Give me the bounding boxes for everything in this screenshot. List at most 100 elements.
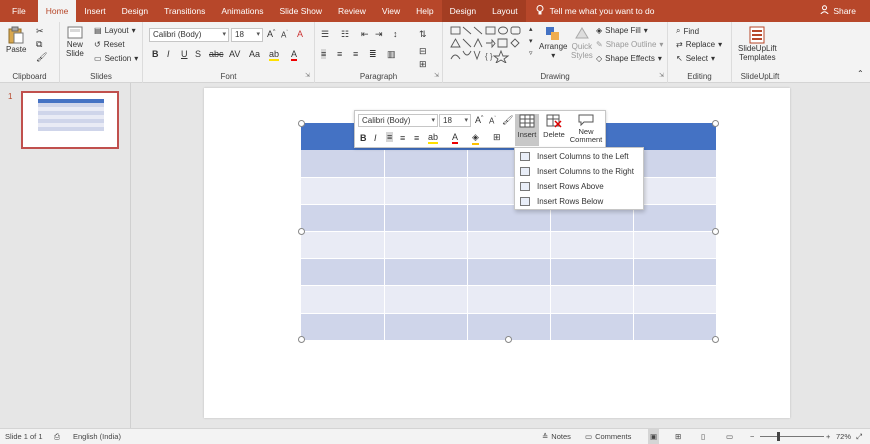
grow-font-icon[interactable]: A^	[475, 115, 483, 125]
slideshow-view-icon[interactable]: ▭	[726, 429, 733, 444]
delete-table-button[interactable]: Delete	[541, 114, 567, 139]
tab-home[interactable]: Home	[37, 0, 77, 22]
shrink-font-icon[interactable]: Aˇ	[489, 116, 496, 126]
bullets-icon[interactable]: ☰	[321, 29, 329, 40]
zoom-out-icon[interactable]: −	[750, 429, 754, 444]
highlight-icon[interactable]: ab	[269, 49, 280, 61]
table-row[interactable]	[301, 150, 716, 177]
resize-handle-middle-left[interactable]	[298, 228, 305, 235]
tab-transitions[interactable]: Transitions	[156, 0, 213, 22]
share-button[interactable]: Share	[820, 0, 856, 22]
zoom-level[interactable]: 72%	[836, 429, 851, 444]
section-button[interactable]: ▭ Section ▾	[94, 54, 138, 63]
shape-outline-button[interactable]: ✎ Shape Outline ▾	[596, 40, 663, 49]
tell-me-box[interactable]: Tell me what you want to do	[536, 5, 655, 17]
font-size-combo[interactable]: 18 ▾	[231, 28, 263, 42]
format-painter-icon[interactable]: 🖌	[502, 115, 513, 126]
font-color-icon[interactable]: A	[452, 132, 459, 144]
italic-icon[interactable]: I	[374, 133, 377, 143]
zoom-slider-thumb[interactable]	[777, 432, 780, 441]
borders-icon[interactable]: ⊞	[493, 132, 501, 143]
change-case-icon[interactable]: Aa	[249, 49, 260, 59]
shading-icon[interactable]: ◈	[472, 132, 479, 145]
tab-table-design[interactable]: Design	[441, 0, 485, 22]
resize-handle-middle-right[interactable]	[712, 228, 719, 235]
font-color-icon[interactable]: A	[291, 49, 298, 61]
columns-icon[interactable]: ▥	[387, 49, 396, 60]
find-button[interactable]: ⌕ Find	[676, 26, 699, 36]
numbering-icon[interactable]: ☷	[341, 29, 349, 40]
strikethrough-icon[interactable]: abc	[209, 49, 224, 59]
reset-button[interactable]: ↺ Reset	[94, 40, 125, 49]
insert-rows-below-item[interactable]: Insert Rows Below	[515, 194, 643, 209]
tab-review[interactable]: Review	[330, 0, 374, 22]
tab-design[interactable]: Design	[114, 0, 156, 22]
collapse-ribbon-icon[interactable]: ⌃	[857, 69, 864, 78]
resize-handle-bottom-left[interactable]	[298, 336, 305, 343]
resize-handle-top-right[interactable]	[712, 120, 719, 127]
new-comment-button[interactable]: New Comment	[568, 114, 604, 144]
char-spacing-icon[interactable]: AV	[229, 49, 240, 59]
shapes-scroll-up-icon[interactable]: ▴	[529, 25, 533, 33]
tab-view[interactable]: View	[374, 0, 408, 22]
quick-styles-button[interactable]: Quick Styles	[571, 26, 593, 60]
justify-icon[interactable]: ≣	[369, 49, 377, 60]
replace-button[interactable]: ⇄ Replace ▾	[676, 40, 722, 49]
shape-fill-button[interactable]: ◈ Shape Fill ▾	[596, 26, 648, 35]
insert-rows-above-item[interactable]: Insert Rows Above	[515, 179, 643, 194]
align-center-icon[interactable]: ≡	[337, 49, 342, 59]
tab-help[interactable]: Help	[408, 0, 441, 22]
align-left-icon[interactable]: ≡	[321, 49, 327, 59]
format-painter-icon[interactable]: 🖌	[36, 52, 47, 63]
align-text-icon[interactable]: ⊟	[419, 46, 427, 57]
layout-button[interactable]: ▤ Layout ▾	[94, 26, 136, 35]
slideuplift-templates-button[interactable]: SlideUpLift Templates	[738, 26, 777, 62]
align-center-icon[interactable]: ≡	[400, 133, 405, 143]
language-indicator[interactable]: English (India)	[73, 429, 121, 444]
table-row[interactable]	[301, 285, 716, 313]
font-name-combo[interactable]: Calibri (Body) ▾	[149, 28, 229, 42]
slide-sorter-icon[interactable]: ⊞	[675, 429, 681, 444]
align-right-icon[interactable]: ≡	[353, 49, 358, 59]
slide-thumbnail[interactable]	[21, 91, 119, 149]
zoom-slider[interactable]	[760, 436, 824, 437]
line-spacing-icon[interactable]: ↕	[393, 29, 398, 39]
tab-animations[interactable]: Animations	[213, 0, 271, 22]
fit-to-window-icon[interactable]: ⤢	[856, 429, 862, 444]
increase-indent-icon[interactable]: ⇥	[375, 29, 383, 40]
text-direction-icon[interactable]: ⇅	[419, 29, 427, 40]
resize-handle-bottom-center[interactable]	[505, 336, 512, 343]
shapes-scroll-down-icon[interactable]: ▾	[529, 37, 533, 45]
cut-icon[interactable]: ✂	[36, 26, 44, 37]
tab-file[interactable]: File	[0, 0, 38, 22]
insert-columns-left-item[interactable]: Insert Columns to the Left	[515, 149, 643, 164]
resize-handle-bottom-right[interactable]	[712, 336, 719, 343]
resize-handle-top-left[interactable]	[298, 120, 305, 127]
arrange-button[interactable]: Arrange ▾	[539, 26, 567, 60]
table-row[interactable]	[301, 204, 716, 231]
underline-icon[interactable]: U	[181, 49, 188, 59]
shapes-gallery-icon[interactable]: { }	[449, 25, 529, 63]
table-row[interactable]	[301, 258, 716, 285]
new-slide-button[interactable]: New Slide	[66, 26, 84, 58]
zoom-in-icon[interactable]: +	[826, 429, 830, 444]
shrink-font-icon[interactable]: Aˇ	[281, 30, 288, 40]
select-button[interactable]: ↖ Select ▾	[676, 54, 715, 63]
insert-table-button[interactable]: Insert	[515, 114, 539, 146]
paste-button[interactable]: Paste	[6, 26, 26, 54]
tab-insert[interactable]: Insert	[76, 0, 113, 22]
copy-icon[interactable]: ⧉	[36, 39, 42, 50]
comments-button[interactable]: ▭ Comments	[585, 429, 631, 444]
spell-check-icon[interactable]: ⎙	[54, 429, 60, 444]
bold-icon[interactable]: B	[152, 49, 159, 59]
shapes-more-icon[interactable]: ▿	[529, 49, 533, 57]
bold-icon[interactable]: B	[360, 133, 367, 143]
insert-columns-right-item[interactable]: Insert Columns to the Right	[515, 164, 643, 179]
clear-formatting-icon[interactable]: A	[297, 29, 303, 39]
shape-effects-button[interactable]: ◇ Shape Effects ▾	[596, 54, 662, 63]
table-row[interactable]	[301, 231, 716, 258]
tab-table-layout[interactable]: Layout	[484, 0, 526, 22]
slide-table[interactable]	[301, 123, 716, 340]
smartart-icon[interactable]: ⊞	[419, 59, 427, 70]
italic-icon[interactable]: I	[167, 49, 170, 59]
